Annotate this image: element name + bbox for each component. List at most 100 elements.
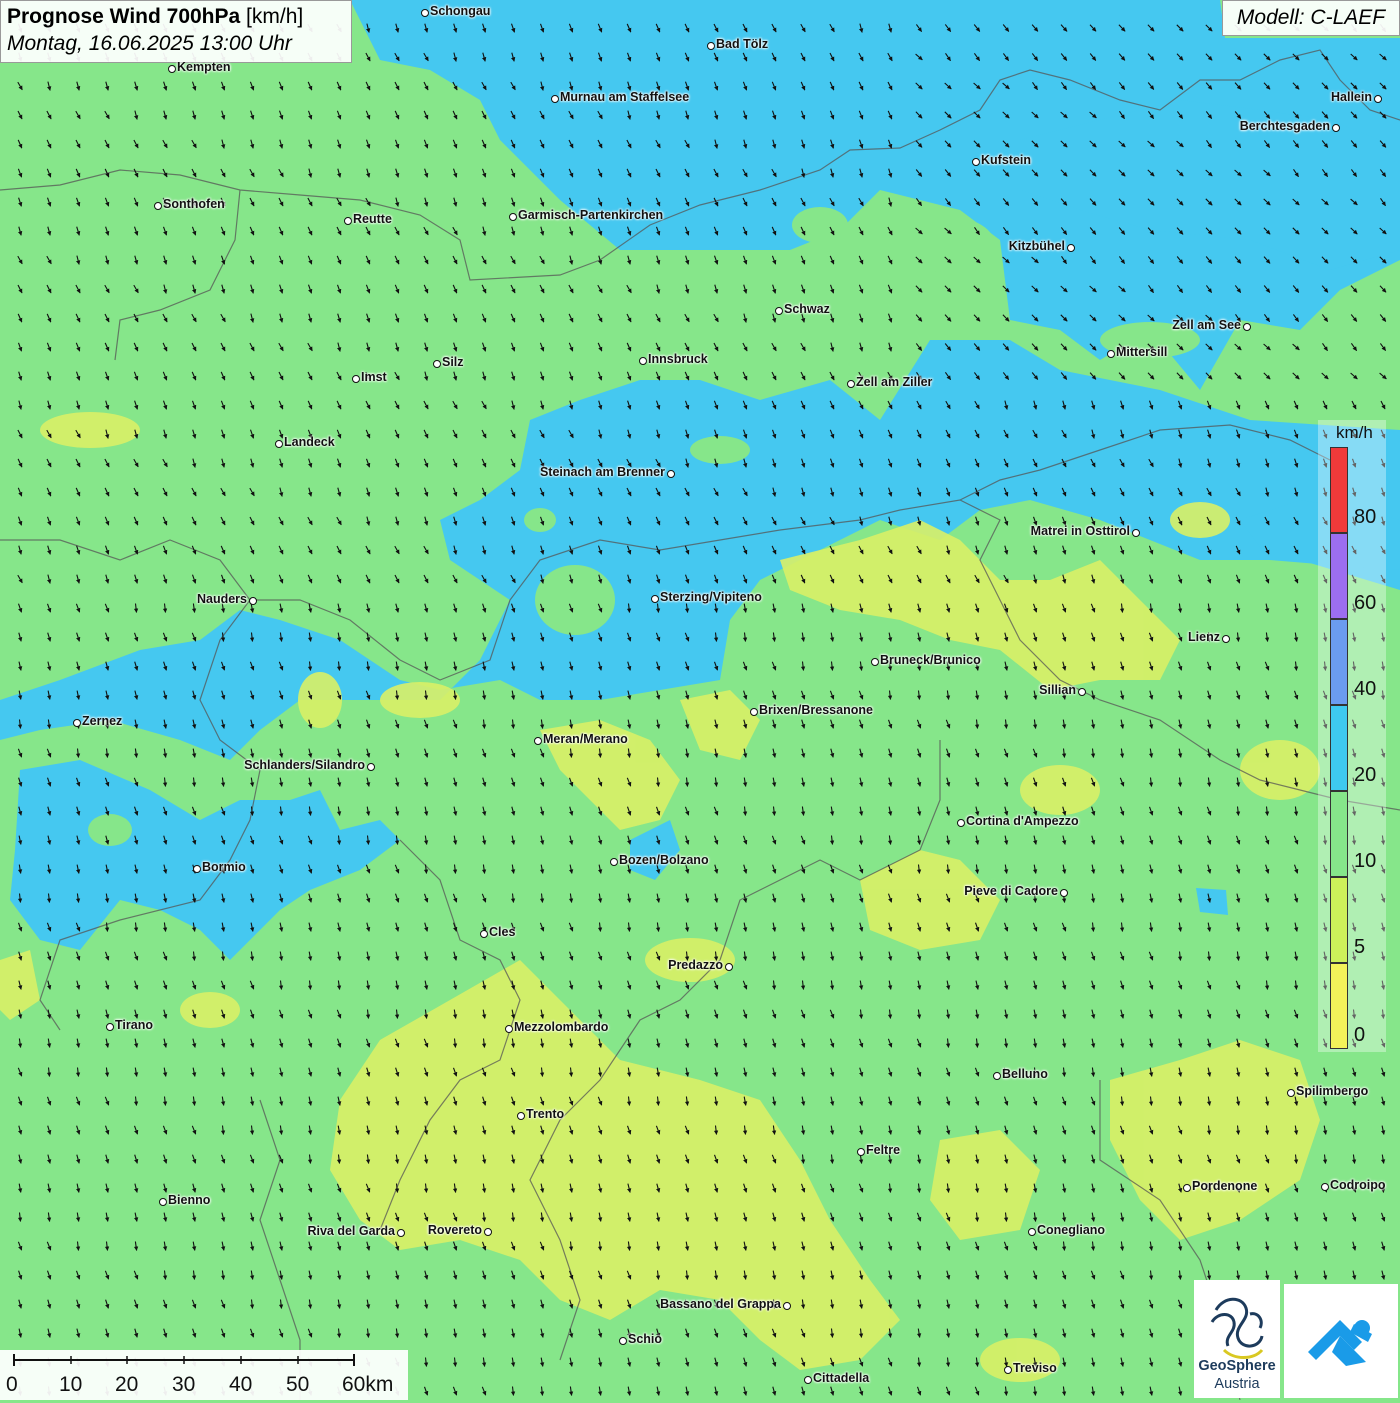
legend-color-swatch	[1330, 963, 1348, 1049]
city-label: Spilimbergo	[1296, 1084, 1369, 1098]
city-marker	[1222, 635, 1230, 643]
city-marker	[1067, 244, 1075, 252]
city-marker	[193, 865, 201, 873]
city-label: Sonthofen	[163, 197, 225, 211]
city-marker	[1332, 124, 1340, 132]
city-label: Bruneck/Brunico	[880, 653, 981, 667]
city-marker	[993, 1072, 1001, 1080]
geosphere-country: Austria	[1214, 1376, 1260, 1392]
city-marker	[1060, 889, 1068, 897]
city-marker	[275, 440, 283, 448]
city-marker	[1078, 688, 1086, 696]
city-label: Schio	[628, 1332, 663, 1346]
city-label: Zell am Ziller	[856, 375, 933, 389]
city-marker	[957, 819, 965, 827]
city-marker	[619, 1337, 627, 1345]
scale-label: 10	[59, 1373, 83, 1396]
city-label: Treviso	[1013, 1361, 1057, 1375]
city-label: Sterzing/Vipiteno	[660, 590, 762, 604]
city-marker	[1287, 1089, 1295, 1097]
city-marker	[551, 95, 559, 103]
city-label: Riva del Garda	[307, 1224, 395, 1238]
city-marker	[505, 1025, 513, 1033]
city-label: Kufstein	[981, 153, 1031, 167]
city-label: Predazzo	[668, 958, 723, 972]
app-logo[interactable]	[1284, 1284, 1398, 1398]
city-label: Murnau am Staffelsee	[560, 90, 690, 104]
city-label: Imst	[361, 370, 387, 384]
city-marker	[421, 9, 429, 17]
city-marker	[484, 1228, 492, 1236]
city-marker	[1183, 1184, 1191, 1192]
geosphere-logo[interactable]: GeoSphere Austria	[1194, 1280, 1280, 1398]
city-label: Mezzolombardo	[514, 1020, 609, 1034]
city-label: Innsbruck	[648, 352, 708, 366]
map-title: Prognose Wind 700hPa [km/h]	[7, 5, 304, 28]
city-marker	[1004, 1366, 1012, 1374]
city-label: Berchtesgaden	[1239, 119, 1330, 133]
city-marker	[397, 1229, 405, 1237]
city-label: Belluno	[1002, 1067, 1048, 1081]
legend-label: 5	[1354, 936, 1366, 958]
city-marker	[159, 1198, 167, 1206]
legend-label: 10	[1354, 850, 1377, 872]
legend-unit: km/h	[1336, 423, 1373, 442]
city-label: Conegliano	[1037, 1223, 1106, 1237]
city-label: Lienz	[1188, 630, 1220, 644]
city-marker	[168, 65, 176, 73]
city-label: Codroipo	[1330, 1178, 1386, 1192]
city-marker	[154, 202, 162, 210]
city-marker	[651, 595, 659, 603]
legend-label: 20	[1354, 764, 1377, 786]
city-label: Pordenone	[1192, 1179, 1258, 1193]
geosphere-icon	[1210, 1297, 1264, 1359]
scale-label: 20	[115, 1373, 139, 1396]
scale-label: 0	[6, 1373, 18, 1396]
city-label: Schwaz	[784, 302, 830, 316]
city-marker	[517, 1112, 525, 1120]
city-marker	[1321, 1183, 1329, 1191]
legend-color-swatch	[1330, 533, 1348, 619]
legend-color-swatch	[1330, 877, 1348, 963]
model-label: Modell: C-LAEF	[1222, 0, 1400, 36]
city-marker	[871, 658, 879, 666]
city-label: Tirano	[115, 1018, 153, 1032]
city-marker	[775, 307, 783, 315]
city-label: Schlanders/Silandro	[244, 758, 365, 772]
city-label: Bormio	[202, 860, 246, 874]
city-label: Bienno	[168, 1193, 211, 1207]
city-marker	[639, 357, 647, 365]
city-marker	[249, 597, 257, 605]
city-marker	[1028, 1228, 1036, 1236]
city-label: Silz	[442, 355, 464, 369]
city-label: Reutte	[353, 212, 392, 226]
city-marker	[847, 380, 855, 388]
city-label: Garmisch-Partenkirchen	[518, 208, 664, 222]
city-marker	[1374, 95, 1382, 103]
city-marker	[1107, 350, 1115, 358]
city-marker	[106, 1023, 114, 1031]
city-label: Zell am See	[1172, 318, 1241, 332]
city-marker	[725, 963, 733, 971]
city-label: Zernez	[82, 714, 123, 728]
legend-label: 60	[1354, 592, 1377, 614]
city-marker	[707, 42, 715, 50]
city-label: Bad Tölz	[716, 37, 769, 51]
scale-label: 40	[229, 1373, 253, 1396]
city-label: Rovereto	[427, 1223, 482, 1237]
mountain-app-icon	[1308, 1320, 1372, 1366]
city-marker	[344, 217, 352, 225]
city-label: Mittersill	[1116, 345, 1168, 359]
city-marker	[972, 158, 980, 166]
city-marker	[857, 1148, 865, 1156]
city-marker	[509, 213, 517, 221]
map-subtitle: Montag, 16.06.2025 13:00 Uhr	[7, 32, 292, 55]
geosphere-name: GeoSphere	[1198, 1358, 1276, 1374]
city-label: Bozen/Bolzano	[619, 853, 709, 867]
legend-color-swatch	[1330, 619, 1348, 705]
legend-label: 80	[1354, 506, 1377, 528]
legend-label: 0	[1354, 1024, 1366, 1046]
city-marker	[1243, 323, 1251, 331]
legend-color-swatch	[1330, 447, 1348, 533]
city-marker	[433, 360, 441, 368]
